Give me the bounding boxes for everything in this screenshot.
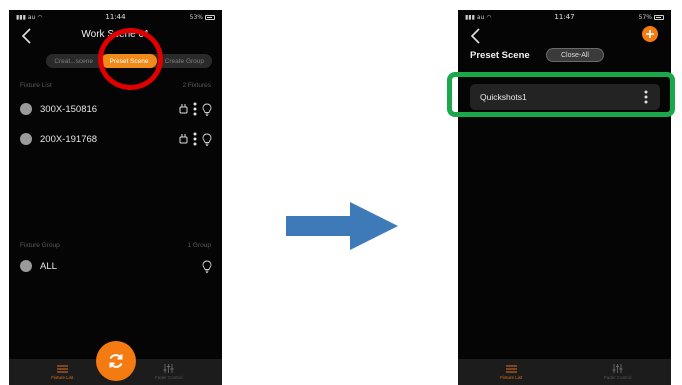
carrier-label: au — [27, 13, 36, 21]
nav-label: Fader Control — [154, 375, 183, 380]
scene-name: Quickshots1 — [480, 92, 527, 102]
group-status-dot — [20, 260, 32, 272]
page-title: Work Scene 01 — [81, 29, 150, 40]
tab-preset-scene[interactable]: Preset Scene — [101, 54, 157, 68]
arrow-right-icon — [286, 202, 398, 255]
fixture-name: 300X-150816 — [40, 103, 98, 115]
fixture-list-header: Fixture List 2 Fixtures — [20, 82, 211, 89]
status-bar: ▮▮▮ au ◠ 11:47 57% — [458, 10, 671, 24]
fixture-status-dot — [20, 103, 32, 115]
plug-icon[interactable] — [179, 133, 188, 145]
carrier-signal: ▮▮▮ au ◠ — [16, 13, 43, 21]
scene-item[interactable]: Quickshots1 — [470, 84, 660, 110]
carrier-label: au — [476, 13, 485, 21]
more-vertical-icon[interactable] — [642, 90, 650, 104]
nav-label: Fixture List — [51, 374, 74, 380]
bottom-nav: Fixture List Fader Control — [458, 359, 671, 385]
plug-icon[interactable] — [179, 103, 188, 115]
group-name: ALL — [40, 260, 57, 272]
nav-fader-control[interactable]: Fader Control — [565, 359, 672, 385]
fixture-row[interactable]: 300X-150816 — [20, 101, 212, 117]
battery-icon — [654, 14, 664, 20]
nav-fixture-list[interactable]: Fixture List — [458, 359, 565, 385]
sliders-icon — [163, 364, 174, 373]
fixture-count: 2 Fixtures — [182, 82, 211, 89]
refresh-button[interactable] — [96, 341, 136, 381]
refresh-icon — [109, 354, 123, 368]
nav-label: Fader Control — [603, 375, 632, 380]
battery-indicator: 57% — [639, 14, 664, 21]
battery-icon — [205, 14, 215, 20]
fixture-name: 200X-191768 — [40, 133, 98, 145]
battery-indicator: 53% — [190, 14, 215, 21]
bulb-icon[interactable] — [202, 103, 212, 116]
tab-create-scene[interactable]: Creat...scene — [46, 54, 101, 68]
sliders-icon — [612, 364, 623, 373]
bulb-icon[interactable] — [202, 260, 212, 273]
left-phone-screen: ▮▮▮ au ◠ 11:44 53% Work Scene 01 Creat..… — [9, 10, 222, 385]
bulb-icon[interactable] — [202, 133, 212, 146]
list-icon — [505, 365, 517, 372]
right-phone-screen: ▮▮▮ au ◠ 11:47 57% Preset Scene Close-Al… — [458, 10, 671, 385]
fixture-row[interactable]: 200X-191768 — [20, 131, 212, 147]
fixture-status-dot — [20, 133, 32, 145]
battery-label: 57% — [638, 13, 652, 21]
add-scene-button[interactable] — [642, 26, 658, 42]
segmented-tabs: Creat...scene Preset Scene Create Group — [46, 54, 212, 68]
fixture-group-header: Fixture Group 1 Group — [20, 242, 211, 249]
carrier-signal: ▮▮▮ au ◠ — [465, 13, 492, 21]
more-vertical-icon[interactable] — [193, 102, 197, 116]
back-icon[interactable] — [470, 28, 482, 44]
group-count: 1 Group — [187, 242, 212, 249]
group-row[interactable]: ALL — [20, 258, 212, 274]
list-icon — [56, 365, 68, 372]
fixture-group-label: Fixture Group — [20, 242, 60, 249]
page-title: Preset Scene — [470, 50, 530, 61]
tab-create-group[interactable]: Create Group — [157, 54, 212, 68]
status-bar: ▮▮▮ au ◠ 11:44 53% — [9, 10, 222, 24]
battery-label: 53% — [189, 13, 203, 21]
nav-label: Fixture List — [500, 374, 523, 380]
fixture-list-label: Fixture List — [20, 82, 52, 89]
plus-icon — [646, 30, 654, 38]
close-all-button[interactable]: Close-All — [546, 48, 604, 62]
more-vertical-icon[interactable] — [193, 132, 197, 146]
